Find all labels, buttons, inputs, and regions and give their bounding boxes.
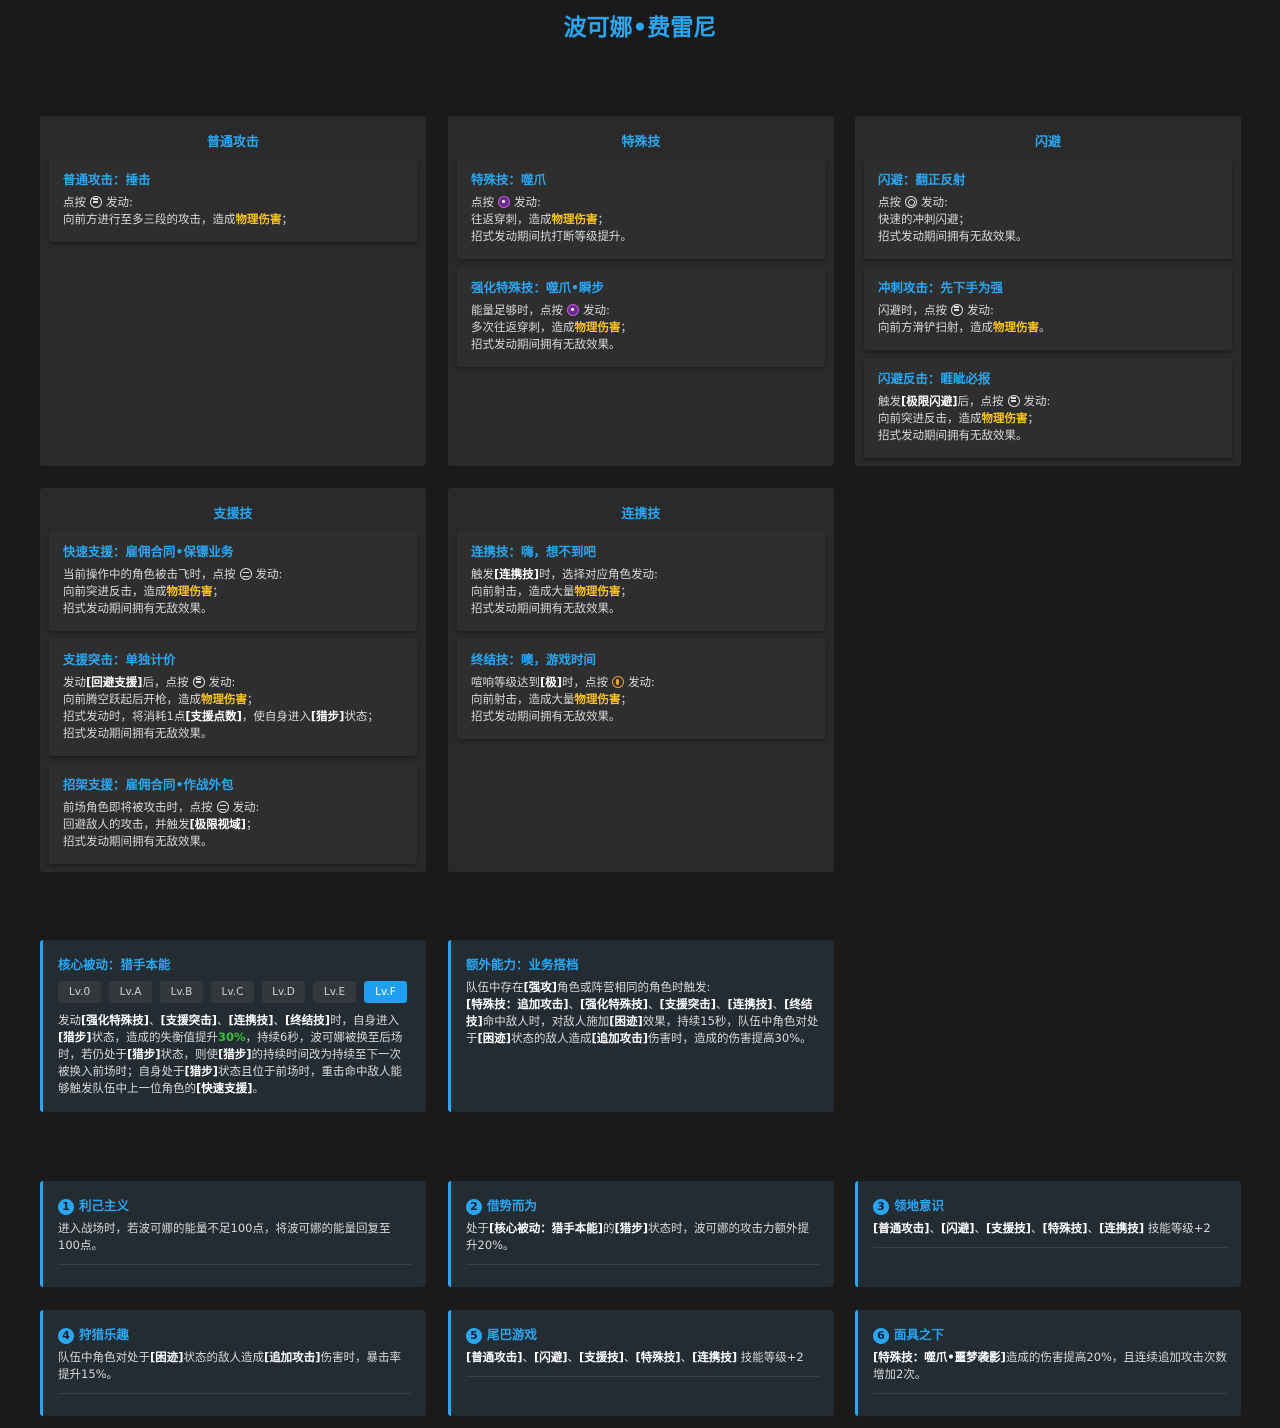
mindscape-number: 1: [58, 1199, 74, 1215]
mindscape-number: 5: [466, 1328, 482, 1344]
card-special-attack: 特殊技 特殊技：噬爪 点按 发动: 往返穿刺，造成物理伤害； 招式发动期间抗打断等…: [448, 116, 834, 466]
level-tab-c[interactable]: Lv.C: [211, 981, 254, 1003]
mindscape-name: 借势而为: [487, 1198, 538, 1213]
skill-name: 连携技：嗨，想不到吧: [471, 544, 597, 559]
skill-item: 连携技：嗨，想不到吧 触发[连携技]时，选择对应角色发动: 向前射击，造成大量物…: [457, 531, 825, 631]
mindscape-5: 5 尾巴游戏 [普通攻击]、[闪避]、[支援技]、[特殊技]、[连携技] 技能等级…: [448, 1310, 834, 1416]
mindscape-description: 进入战场时，若波可娜的能量不足100点，将波可娜的能量回复至100点。: [58, 1221, 391, 1252]
skill-item: 特殊技：噬爪 点按 发动: 往返穿刺，造成物理伤害； 招式发动期间抗打断等级提升。: [457, 159, 825, 259]
skill-item: 闪避：翻正反射 点按 发动: 快速的冲刺闪避； 招式发动期间拥有无敌效果。: [864, 159, 1232, 259]
mindscape-description: 处于[核心被动：猎手本能]的[猎步]状态时，波可娜的攻击力额外提升20%。: [466, 1221, 810, 1252]
level-selector: Lv.0 Lv.A Lv.B Lv.C Lv.D Lv.E Lv.F: [58, 981, 412, 1003]
skill-item: 招架支援：雇佣合同•作战外包 前场角色即将被攻击时，点按 发动: 回避敌人的攻击，…: [49, 764, 417, 864]
skill-name: 强化特殊技：噬爪•瞬步: [471, 280, 604, 295]
mindscape-3: 3 领地意识 [普通攻击]、[闪避]、[支援技]、[特殊技]、[连携技] 技能等级…: [855, 1181, 1241, 1287]
level-tab-d[interactable]: Lv.D: [262, 981, 305, 1003]
card-title: 普通攻击: [206, 135, 259, 150]
card-title: 特殊技: [621, 135, 661, 150]
extra-ability-description: 队伍中存在[强攻]角色或阵营相同的角色时触发: [特殊技：追加攻击]、[强化特殊技…: [466, 980, 819, 1045]
mindscape-description: [特殊技：噬爪•噩梦袭影]造成的伤害提高20%，且连续追加攻击次数增加2次。: [873, 1350, 1227, 1381]
divider: [466, 1264, 820, 1265]
special-attack-key-icon: [498, 196, 510, 208]
mindscape-name: 狩猎乐趣: [79, 1327, 130, 1342]
skill-name: 终结技：噢，游戏时间: [471, 652, 597, 667]
skill-name: 冲刺攻击：先下手为强: [878, 280, 1004, 295]
panel-title: 额外能力：业务搭档: [466, 957, 579, 972]
basic-attack-key-icon: [951, 304, 963, 316]
divider: [58, 1264, 412, 1265]
skill-name: 快速支援：雇佣合同•保镖业务: [63, 544, 234, 559]
skill-name: 普通攻击：捶击: [63, 172, 151, 187]
level-tab-a[interactable]: Lv.A: [109, 981, 152, 1003]
mindscape-6: 6 面具之下 [特殊技：噬爪•噩梦袭影]造成的伤害提高20%，且连续追加攻击次数增…: [855, 1310, 1241, 1416]
mindscape-number: 3: [873, 1199, 889, 1215]
card-basic-attack: 普通攻击 普通攻击：捶击 点按 发动: 向前方进行至多三段的攻击，造成物理伤害；: [40, 116, 426, 466]
mindscape-name: 面具之下: [894, 1327, 945, 1342]
swap-key-icon: [239, 568, 252, 580]
skill-item: 闪避反击：睚眦必报 触发[极限闪避]后，点按 发动: 向前突进反击，造成物理伤害；…: [864, 358, 1232, 458]
ultimate-key-icon: [612, 676, 625, 688]
core-passive-description: 发动[强化特殊技]、[支援突击]、[连携技]、[终结技]时，自身进入[猎步]状态…: [58, 1013, 403, 1095]
skill-item: 终结技：噢，游戏时间 喧响等级达到[极]时，点按 发动: 向前射击，造成大量物理伤…: [457, 639, 825, 739]
mindscape-number: 2: [466, 1199, 482, 1215]
basic-attack-key-icon: [192, 676, 205, 688]
mindscape-number: 4: [58, 1328, 74, 1344]
level-tab-e[interactable]: Lv.E: [313, 981, 356, 1003]
skill-name: 招架支援：雇佣合同•作战外包: [63, 777, 234, 792]
swap-key-icon: [216, 801, 229, 813]
skill-item: 快速支援：雇佣合同•保镖业务 当前操作中的角色被击飞时，点按 发动: 向前突进反击…: [49, 531, 417, 631]
special-attack-key-icon: [567, 304, 579, 316]
skill-item: 强化特殊技：噬爪•瞬步 能量足够时，点按 发动: 多次往返穿刺，造成物理伤害； 招…: [457, 267, 825, 367]
mindscape-2: 2 借势而为 处于[核心被动：猎手本能]的[猎步]状态时，波可娜的攻击力额外提升2…: [448, 1181, 834, 1287]
core-passive-panel: 核心被动：猎手本能 Lv.0 Lv.A Lv.B Lv.C Lv.D Lv.E …: [40, 940, 426, 1112]
page-title: 波可娜•费雷尼: [563, 15, 717, 41]
divider: [873, 1247, 1227, 1248]
skill-item: 普通攻击：捶击 点按 发动: 向前方进行至多三段的攻击，造成物理伤害；: [49, 159, 417, 242]
mindscape-name: 利己主义: [79, 1198, 130, 1213]
dodge-key-icon: [905, 196, 917, 208]
basic-attack-key-icon: [90, 196, 102, 208]
skill-item: 冲刺攻击：先下手为强 闪避时，点按 发动: 向前方滑铲扫射，造成物理伤害。: [864, 267, 1232, 350]
level-tab-f[interactable]: Lv.F: [364, 981, 407, 1003]
skill-name: 闪避：翻正反射: [878, 172, 966, 187]
level-tab-b[interactable]: Lv.B: [160, 981, 203, 1003]
skill-name: 特殊技：噬爪: [471, 172, 547, 187]
skill-name: 支援突击：单独计价: [63, 652, 176, 667]
card-dodge: 闪避 闪避：翻正反射 点按 发动: 快速的冲刺闪避； 招式发动期间拥有无敌效果。 …: [855, 116, 1241, 466]
card-title: 连携技: [621, 507, 661, 522]
card-title: 支援技: [213, 507, 253, 522]
divider: [873, 1393, 1227, 1394]
mindscape-1: 1 利己主义 进入战场时，若波可娜的能量不足100点，将波可娜的能量回复至100点…: [40, 1181, 426, 1287]
card-assist: 支援技 快速支援：雇佣合同•保镖业务 当前操作中的角色被击飞时，点按 发动: 向前…: [40, 488, 426, 872]
mindscape-description: [普通攻击]、[闪避]、[支援技]、[特殊技]、[连携技] 技能等级+2: [873, 1221, 1211, 1235]
card-title: 闪避: [1034, 135, 1061, 150]
mindscape-description: 队伍中角色对处于[困迹]状态的敌人造成[追加攻击]伤害时，暴击率提升15%。: [58, 1350, 402, 1381]
divider: [466, 1376, 820, 1377]
panel-title: 核心被动：猎手本能: [58, 957, 171, 972]
card-chain: 连携技 连携技：嗨，想不到吧 触发[连携技]时，选择对应角色发动: 向前射击，造…: [448, 488, 834, 872]
divider: [58, 1393, 412, 1394]
mindscape-4: 4 狩猎乐趣 队伍中角色对处于[困迹]状态的敌人造成[追加攻击]伤害时，暴击率提升…: [40, 1310, 426, 1416]
basic-attack-key-icon: [1007, 395, 1020, 407]
mindscape-number: 6: [873, 1328, 889, 1344]
level-tab-0[interactable]: Lv.0: [58, 981, 101, 1003]
skill-name: 闪避反击：睚眦必报: [878, 371, 991, 386]
mindscape-name: 领地意识: [894, 1198, 945, 1213]
mindscape-name: 尾巴游戏: [487, 1327, 538, 1342]
skill-item: 支援突击：单独计价 发动[回避支援]后，点按 发动: 向前腾空跃起后开枪，造成物理…: [49, 639, 417, 756]
extra-ability-panel: 额外能力：业务搭档 队伍中存在[强攻]角色或阵营相同的角色时触发: [特殊技：追加…: [448, 940, 834, 1112]
mindscape-description: [普通攻击]、[闪避]、[支援技]、[特殊技]、[连携技] 技能等级+2: [466, 1350, 804, 1364]
